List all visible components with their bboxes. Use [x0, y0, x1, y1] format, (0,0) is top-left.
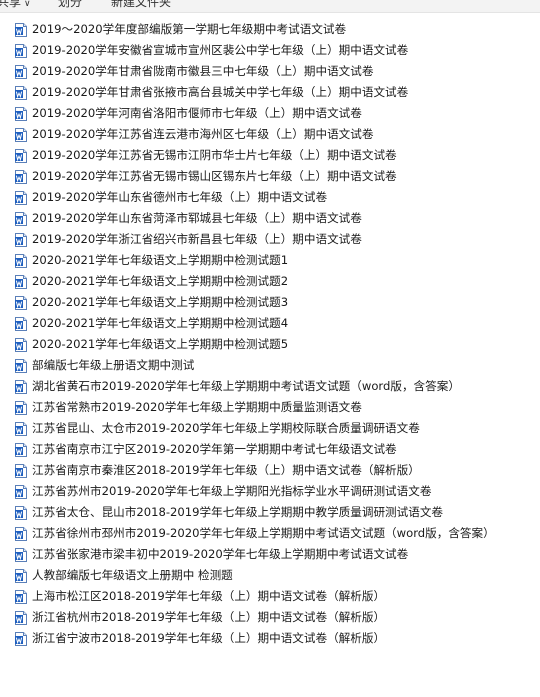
- word-document-icon: [15, 169, 27, 184]
- file-name: 江苏省张家港市梁丰初中2019-2020学年七年级上学期期中考试语文试卷: [32, 547, 409, 561]
- file-row[interactable]: 江苏省常熟市2019-2020学年七年级上学期期中质量监测语文卷: [0, 397, 540, 418]
- file-name: 2019-2020学年山东省德州市七年级（上）期中语文试卷: [32, 190, 328, 204]
- file-row[interactable]: 江苏省昆山、太仓市2019-2020学年七年级上学期校际联合质量调研语文卷: [0, 418, 540, 439]
- word-document-icon: [15, 232, 27, 247]
- file-name: 江苏省常熟市2019-2020学年七年级上学期期中质量监测语文卷: [32, 400, 362, 414]
- word-document-icon: [15, 421, 27, 436]
- file-name: 江苏省太仓、昆山市2018-2019学年七年级上学期期中教学质量调研测试语文卷: [32, 505, 444, 519]
- file-name: 2019-2020学年甘肃省陇南市徽县三中七年级（上）期中语文试卷: [32, 64, 374, 78]
- file-name: 浙江省杭州市2018-2019学年七年级（上）期中语文试卷（解析版）: [32, 610, 386, 624]
- word-document-icon: [15, 400, 27, 415]
- word-document-icon: [15, 316, 27, 331]
- file-name: 2019～2020学年度部编版第一学期七年级期中考试语文试卷: [32, 22, 347, 36]
- file-name: 2019-2020学年山东省菏泽市郓城县七年级（上）期中语文试卷: [32, 211, 362, 225]
- file-name: 江苏省苏州市2019-2020学年七年级上学期阳光指标学业水平调研测试语文卷: [32, 484, 432, 498]
- file-name: 江苏省徐州市邳州市2019-2020学年七年级上学期期中考试语文试题（word版…: [32, 526, 495, 540]
- file-name: 2019-2020学年河南省洛阳市偃师市七年级（上）期中语文试卷: [32, 106, 362, 120]
- file-name: 2019-2020学年江苏省连云港市海州区七年级（上）期中语文试卷: [32, 127, 374, 141]
- file-name: 2020-2021学年七年级语文上学期期中检测试题3: [32, 295, 289, 309]
- word-document-icon: [15, 337, 27, 352]
- file-name: 2020-2021学年七年级语文上学期期中检测试题2: [32, 274, 289, 288]
- file-row[interactable]: 部编版七年级上册语文期中测试: [0, 355, 540, 376]
- file-row[interactable]: 2019-2020学年甘肃省张掖市高台县城关中学七年级（上）期中语文试卷: [0, 82, 540, 103]
- file-row[interactable]: 2019-2020学年河南省洛阳市偃师市七年级（上）期中语文试卷: [0, 103, 540, 124]
- file-name: 湖北省黄石市2019-2020学年七年级上学期期中考试语文试题（word版，含答…: [32, 379, 460, 393]
- word-document-icon: [15, 568, 27, 583]
- file-name: 2020-2021学年七年级语文上学期期中检测试题1: [32, 253, 289, 267]
- word-document-icon: [15, 631, 27, 646]
- toolbar-split-tab[interactable]: 划分: [58, 0, 82, 9]
- file-row[interactable]: 2019-2020学年安徽省宣城市宣州区裴公中学七年级（上）期中语文试卷: [0, 40, 540, 61]
- file-name: 2019-2020学年甘肃省张掖市高台县城关中学七年级（上）期中语文试卷: [32, 85, 409, 99]
- word-document-icon: [15, 610, 27, 625]
- file-row[interactable]: 2020-2021学年七年级语文上学期期中检测试题3: [0, 292, 540, 313]
- file-row[interactable]: 浙江省杭州市2018-2019学年七年级（上）期中语文试卷（解析版）: [0, 607, 540, 628]
- word-document-icon: [15, 379, 27, 394]
- file-row[interactable]: 2020-2021学年七年级语文上学期期中检测试题1: [0, 250, 540, 271]
- word-document-icon: [15, 22, 27, 37]
- file-name: 浙江省宁波市2018-2019学年七年级（上）期中语文试卷（解析版）: [32, 631, 386, 645]
- file-name: 上海市松江区2018-2019学年七年级（上）期中语文试卷（解析版）: [32, 589, 386, 603]
- file-row[interactable]: 2019-2020学年浙江省绍兴市新昌县七年级（上）期中语文试卷: [0, 229, 540, 250]
- file-row[interactable]: 江苏省张家港市梁丰初中2019-2020学年七年级上学期期中考试语文试卷: [0, 544, 540, 565]
- file-row[interactable]: 江苏省太仓、昆山市2018-2019学年七年级上学期期中教学质量调研测试语文卷: [0, 502, 540, 523]
- file-row[interactable]: 2020-2021学年七年级语文上学期期中检测试题4: [0, 313, 540, 334]
- file-row[interactable]: 江苏省南京市江宁区2019-2020学年第一学期期中考试七年级语文试卷: [0, 439, 540, 460]
- word-document-icon: [15, 106, 27, 121]
- word-document-icon: [15, 358, 27, 373]
- word-document-icon: [15, 43, 27, 58]
- file-row[interactable]: 2019-2020学年江苏省无锡市锡山区锡东片七年级（上）期中语文试卷: [0, 166, 540, 187]
- file-row[interactable]: 2019～2020学年度部编版第一学期七年级期中考试语文试卷: [0, 19, 540, 40]
- file-name: 部编版七年级上册语文期中测试: [32, 358, 195, 372]
- chevron-down-icon: ∨: [24, 0, 31, 9]
- file-row[interactable]: 江苏省苏州市2019-2020学年七年级上学期阳光指标学业水平调研测试语文卷: [0, 481, 540, 502]
- word-document-icon: [15, 64, 27, 79]
- file-name: 江苏省南京市江宁区2019-2020学年第一学期期中考试七年级语文试卷: [32, 442, 397, 456]
- word-document-icon: [15, 505, 27, 520]
- word-document-icon: [15, 526, 27, 541]
- word-document-icon: [15, 442, 27, 457]
- file-name: 2019-2020学年江苏省无锡市江阴市华士片七年级（上）期中语文试卷: [32, 148, 397, 162]
- file-name: 2019-2020学年浙江省绍兴市新昌县七年级（上）期中语文试卷: [32, 232, 362, 246]
- file-name: 江苏省南京市秦淮区2018-2019学年七年级（上）期中语文试卷（解析版）: [32, 463, 420, 477]
- file-name: 2019-2020学年安徽省宣城市宣州区裴公中学七年级（上）期中语文试卷: [32, 43, 409, 57]
- file-row[interactable]: 人教部编版七年级语文上册期中 检测题: [0, 565, 540, 586]
- file-row[interactable]: 2019-2020学年甘肃省陇南市徽县三中七年级（上）期中语文试卷: [0, 61, 540, 82]
- file-name: 江苏省昆山、太仓市2019-2020学年七年级上学期校际联合质量调研语文卷: [32, 421, 420, 435]
- file-row[interactable]: 湖北省黄石市2019-2020学年七年级上学期期中考试语文试题（word版，含答…: [0, 376, 540, 397]
- word-document-icon: [15, 253, 27, 268]
- file-row[interactable]: 2019-2020学年山东省德州市七年级（上）期中语文试卷: [0, 187, 540, 208]
- file-row[interactable]: 上海市松江区2018-2019学年七年级（上）期中语文试卷（解析版）: [0, 586, 540, 607]
- toolbar-new-folder-button[interactable]: 新建文件夹: [111, 0, 171, 9]
- word-document-icon: [15, 547, 27, 562]
- toolbar-share-tab[interactable]: 共享∨: [0, 0, 31, 11]
- word-document-icon: [15, 295, 27, 310]
- word-document-icon: [15, 190, 27, 205]
- word-document-icon: [15, 85, 27, 100]
- file-name: 2019-2020学年江苏省无锡市锡山区锡东片七年级（上）期中语文试卷: [32, 169, 397, 183]
- file-row[interactable]: 2019-2020学年山东省菏泽市郓城县七年级（上）期中语文试卷: [0, 208, 540, 229]
- file-name: 2020-2021学年七年级语文上学期期中检测试题5: [32, 337, 289, 351]
- word-document-icon: [15, 484, 27, 499]
- file-row[interactable]: 2019-2020学年江苏省无锡市江阴市华士片七年级（上）期中语文试卷: [0, 145, 540, 166]
- file-name: 人教部编版七年级语文上册期中 检测题: [32, 568, 233, 582]
- file-name: 2020-2021学年七年级语文上学期期中检测试题4: [32, 316, 289, 330]
- file-row[interactable]: 2019-2020学年江苏省连云港市海州区七年级（上）期中语文试卷: [0, 124, 540, 145]
- word-document-icon: [15, 148, 27, 163]
- file-row[interactable]: 2020-2021学年七年级语文上学期期中检测试题5: [0, 334, 540, 355]
- word-document-icon: [15, 589, 27, 604]
- file-row[interactable]: 江苏省南京市秦淮区2018-2019学年七年级（上）期中语文试卷（解析版）: [0, 460, 540, 481]
- file-row[interactable]: 2020-2021学年七年级语文上学期期中检测试题2: [0, 271, 540, 292]
- ribbon-toolbar: 共享∨ 划分 新建文件夹: [0, 0, 540, 13]
- file-list: 2019～2020学年度部编版第一学期七年级期中考试语文试卷 2019-2020学…: [0, 19, 540, 649]
- file-row[interactable]: 江苏省徐州市邳州市2019-2020学年七年级上学期期中考试语文试题（word版…: [0, 523, 540, 544]
- file-row[interactable]: 浙江省宁波市2018-2019学年七年级（上）期中语文试卷（解析版）: [0, 628, 540, 649]
- word-document-icon: [15, 211, 27, 226]
- word-document-icon: [15, 127, 27, 142]
- word-document-icon: [15, 463, 27, 478]
- word-document-icon: [15, 274, 27, 289]
